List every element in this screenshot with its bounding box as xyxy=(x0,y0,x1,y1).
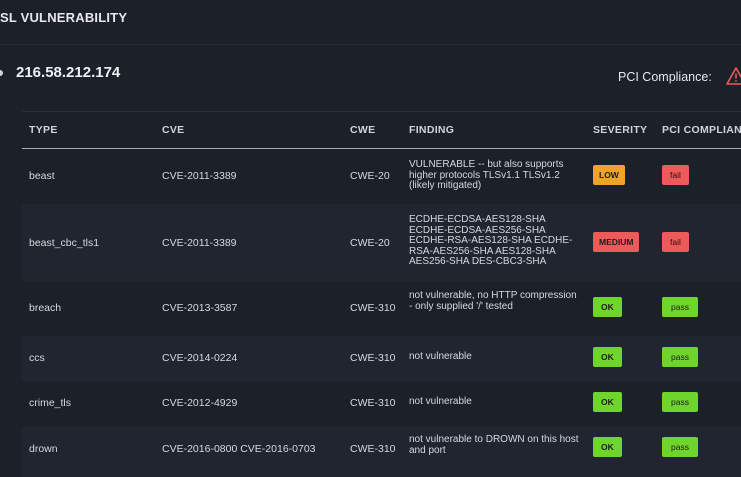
severity-badge: MEDIUM xyxy=(593,232,640,252)
severity-badge: LOW xyxy=(593,165,625,185)
pci-status-badge: pass xyxy=(662,392,698,412)
table-row[interactable]: crime_tls CVE-2012-4929 CWE-310 not vuln… xyxy=(22,381,741,427)
column-header-finding[interactable]: FINDING xyxy=(409,124,454,136)
column-header-cwe[interactable]: CWE xyxy=(350,124,375,136)
section-title: SL VULNERABILITY xyxy=(0,10,128,25)
host-ip: 216.58.212.174 xyxy=(16,64,121,81)
column-header-cve[interactable]: CVE xyxy=(162,124,185,136)
pci-status-badge: pass xyxy=(662,437,698,457)
cell-cve: CVE-2016-0800 CVE-2016-0703 xyxy=(162,443,316,455)
cell-finding: ECDHE-ECDSA-AES128-SHA ECDHE-ECDSA-AES25… xyxy=(409,214,573,267)
table-row[interactable]: breach CVE-2013-3587 CWE-310 not vulnera… xyxy=(22,281,741,336)
pci-status-badge: fail xyxy=(662,232,689,252)
vulnerability-table: TYPE CVE CWE FINDING SEVERITY PCI COMPLI… xyxy=(22,111,741,477)
column-header-severity[interactable]: SEVERITY xyxy=(593,124,647,136)
pci-status-badge: pass xyxy=(662,297,698,317)
cell-finding: not vulnerable to DROWN on this host and… xyxy=(409,434,579,456)
pci-status-badge: fail xyxy=(662,165,689,185)
table-row[interactable]: beast CVE-2011-3389 CWE-20 VULNERABLE --… xyxy=(22,149,741,204)
cell-cve: CVE-2012-4929 xyxy=(162,397,238,409)
severity-badge: OK xyxy=(593,297,622,317)
cell-finding: not vulnerable xyxy=(409,396,472,407)
column-header-pci[interactable]: PCI COMPLIANCE xyxy=(662,124,741,136)
warning-triangle-icon[interactable] xyxy=(726,66,741,86)
cell-cwe: CWE-20 xyxy=(350,237,390,249)
column-header-type[interactable]: TYPE xyxy=(29,124,58,136)
cell-type: beast_cbc_tls1 xyxy=(29,237,100,249)
pci-status-badge: pass xyxy=(662,347,698,367)
severity-badge: OK xyxy=(593,437,622,457)
cell-cwe: CWE-310 xyxy=(350,302,396,314)
cell-cve: CVE-2011-3389 xyxy=(162,170,237,182)
cell-type: crime_tls xyxy=(29,397,72,409)
cell-cve: CVE-2013-3587 xyxy=(162,302,238,314)
severity-badge: OK xyxy=(593,347,622,367)
cell-cve: CVE-2011-3389 xyxy=(162,237,237,249)
cell-type: ccs xyxy=(29,352,45,364)
cell-cve: CVE-2014-0224 xyxy=(162,352,238,364)
bullet-dot-icon xyxy=(0,70,3,76)
table-row[interactable]: beast_cbc_tls1 CVE-2011-3389 CWE-20 ECDH… xyxy=(22,204,741,281)
cell-type: beast xyxy=(29,170,55,182)
cell-cwe: CWE-310 xyxy=(350,443,396,455)
table-header: TYPE CVE CWE FINDING SEVERITY PCI COMPLI… xyxy=(22,112,741,149)
cell-cwe: CWE-20 xyxy=(350,170,390,182)
cell-finding: VULNERABLE -- but also supports higher p… xyxy=(409,159,564,191)
divider xyxy=(0,44,741,45)
cell-cwe: CWE-310 xyxy=(350,397,396,409)
table-row[interactable]: ccs CVE-2014-0224 CWE-310 not vulnerable… xyxy=(22,336,741,381)
cell-cwe: CWE-310 xyxy=(350,352,396,364)
table-row[interactable]: drown CVE-2016-0800 CVE-2016-0703 CWE-31… xyxy=(22,427,741,477)
severity-badge: OK xyxy=(593,392,622,412)
cell-type: breach xyxy=(29,302,62,314)
cell-finding: not vulnerable xyxy=(409,351,472,362)
cell-finding: not vulnerable, no HTTP compression - on… xyxy=(409,290,577,312)
cell-type: drown xyxy=(29,443,58,455)
pci-compliance-label: PCI Compliance: xyxy=(618,70,712,84)
